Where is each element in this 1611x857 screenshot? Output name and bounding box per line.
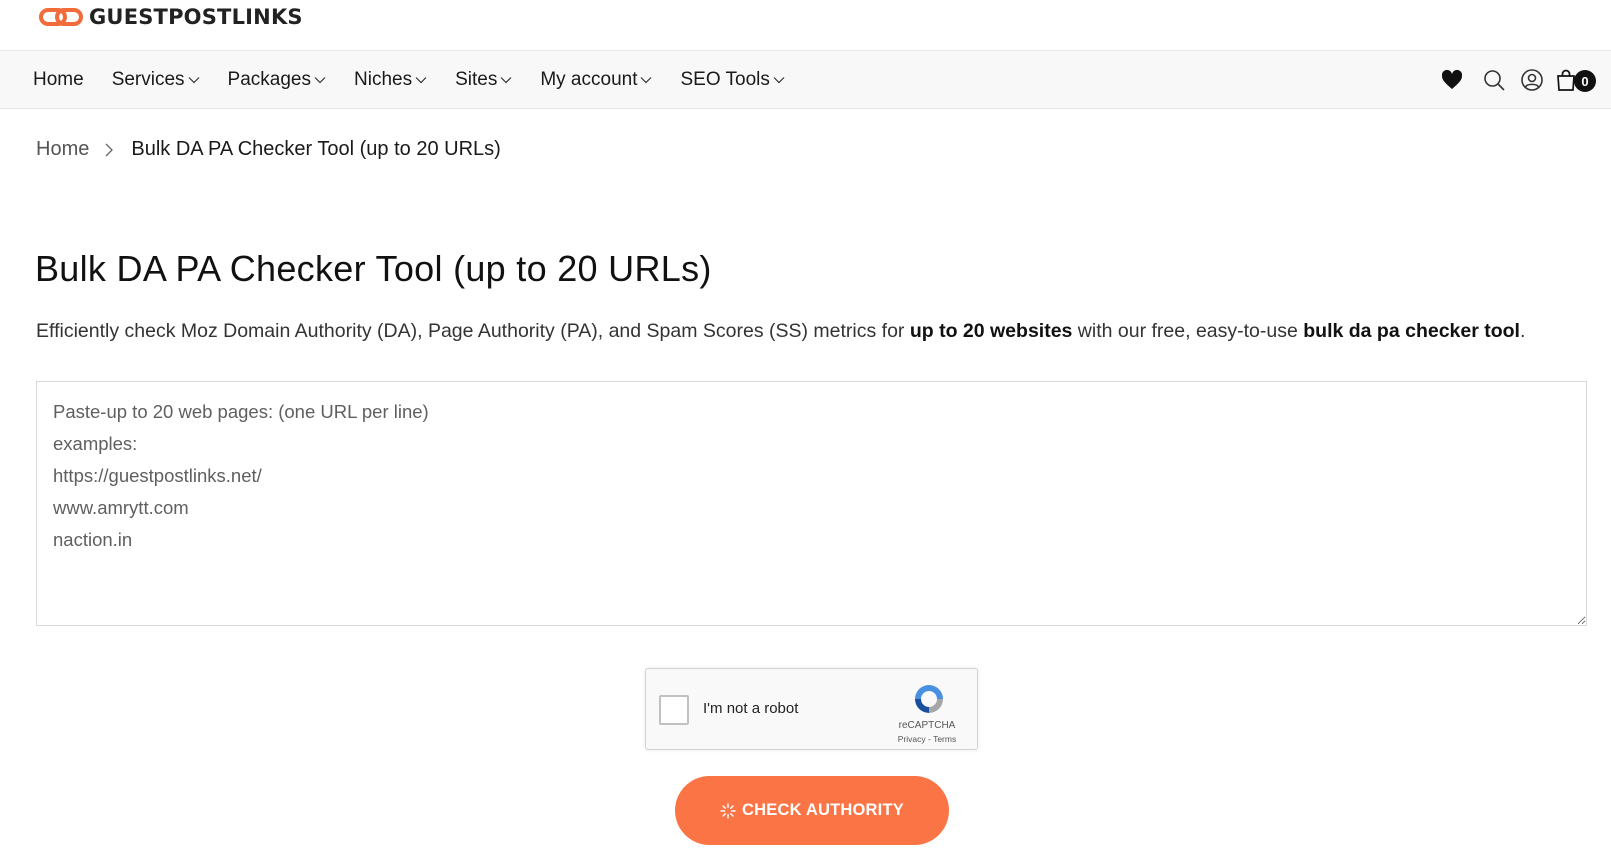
recaptcha-brand: reCAPTCHA	[898, 720, 956, 731]
logo-bar: GUESTPOSTLINKS	[0, 0, 1611, 51]
main-nav: Home Services Packages Niches Sites My a…	[0, 51, 1611, 109]
nav-item-label: Sites	[455, 69, 498, 90]
recaptcha-logo-icon	[915, 685, 943, 713]
chevron-down-icon	[641, 77, 652, 84]
nav-item-home[interactable]: Home	[33, 69, 84, 91]
breadcrumb-current: Bulk DA PA Checker Tool (up to 20 URLs)	[131, 138, 501, 160]
breadcrumb-home-link[interactable]: Home	[36, 138, 89, 161]
check-authority-button[interactable]: CHECK AUTHORITY	[675, 776, 949, 845]
nav-item-label: SEO Tools	[680, 69, 770, 90]
search-icon[interactable]	[1482, 68, 1506, 92]
nav-item-packages[interactable]: Packages	[228, 69, 326, 91]
breadcrumb: Home Bulk DA PA Checker Tool (up to 20 U…	[36, 138, 501, 161]
page-title: Bulk DA PA Checker Tool (up to 20 URLs)	[35, 248, 712, 289]
intro-highlight-tool: bulk da pa checker tool	[1303, 320, 1520, 342]
sparkle-icon	[720, 802, 736, 819]
cart-count-badge: 0	[1574, 70, 1596, 92]
recaptcha-widget: I'm not a robot reCAPTCHA Privacy - Term…	[645, 668, 978, 750]
nav-item-label: Home	[33, 69, 84, 90]
brand-name: GUESTPOSTLINKS	[89, 5, 303, 29]
nav-list: Home Services Packages Niches Sites My a…	[33, 51, 813, 109]
nav-item-label: My account	[540, 69, 638, 90]
intro-text-part: Efficiently check Moz Domain Authority (…	[36, 320, 910, 342]
user-icon[interactable]	[1520, 68, 1544, 92]
nav-item-label: Services	[111, 69, 185, 90]
url-list-input[interactable]	[36, 381, 1587, 626]
chevron-down-icon	[500, 77, 512, 84]
nav-item-label: Packages	[227, 69, 311, 90]
check-authority-label: CHECK AUTHORITY	[742, 801, 904, 819]
intro-text-part: with our free, easy-to-use	[1072, 320, 1304, 342]
chevron-down-icon	[188, 77, 199, 84]
intro-text-part: .	[1519, 320, 1526, 342]
heart-icon[interactable]	[1440, 68, 1464, 92]
chevron-down-icon	[415, 77, 427, 84]
recaptcha-checkbox[interactable]	[659, 695, 689, 725]
nav-item-niches[interactable]: Niches	[354, 69, 427, 91]
intro-text: Efficiently check Moz Domain Authority (…	[36, 320, 1525, 343]
nav-item-sites[interactable]: Sites	[455, 69, 512, 91]
chevron-right-icon	[105, 143, 114, 156]
nav-item-seo-tools[interactable]: SEO Tools	[680, 69, 785, 91]
nav-item-my-account[interactable]: My account	[540, 69, 652, 91]
site-logo[interactable]: GUESTPOSTLINKS	[39, 4, 303, 30]
nav-item-label: Niches	[354, 69, 413, 90]
chevron-down-icon	[773, 77, 785, 84]
chain-link-logo-icon	[39, 8, 83, 26]
chevron-down-icon	[314, 77, 326, 84]
intro-highlight-count: up to 20 websites	[909, 320, 1073, 342]
nav-item-services[interactable]: Services	[112, 69, 200, 91]
recaptcha-links[interactable]: Privacy - Terms	[878, 734, 976, 744]
recaptcha-label: I'm not a robot	[703, 700, 799, 717]
